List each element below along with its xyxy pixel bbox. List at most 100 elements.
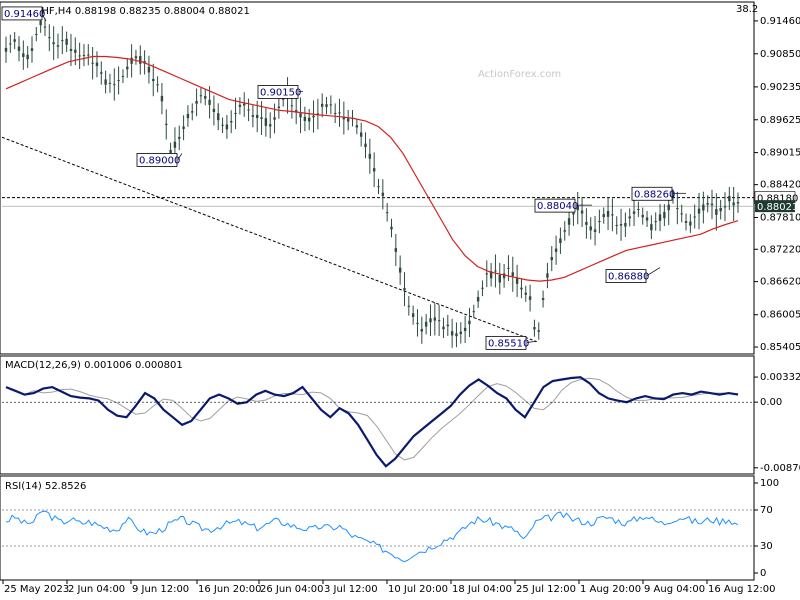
candle-body [104,79,107,85]
candle-body [303,116,307,121]
candle-body [191,111,194,113]
candle-body [585,222,588,225]
candle-body [385,212,389,214]
candle-body [234,112,237,114]
candle-body [256,114,259,119]
candle-body [455,333,458,337]
price-tick-label: 0.85405 [760,342,800,353]
macd-title: MACD(12,26,9) 0.001006 0.000801 [5,360,183,371]
price-tick-label: 0.90235 [760,82,800,93]
candle-body [598,220,601,222]
candle-body [632,211,636,214]
candle-body [368,153,372,159]
candle-body [307,117,311,122]
candle-body [719,208,722,212]
candle-body [520,287,523,290]
macd-tick-label: 0.00 [760,397,782,408]
candle-body [251,115,255,117]
candle-body [732,202,735,206]
price-annotation: 0.91460 [1,6,47,22]
candle-body [515,277,519,284]
candle-body [658,214,662,221]
candle-body [637,209,640,211]
candle-body [533,327,536,330]
time-tick-label: 10 Jul 20:00 [388,584,448,595]
candle-body [199,95,203,97]
candle-body [204,96,207,99]
candle-body [82,54,86,56]
candle-body [433,317,437,321]
time-tick-label: 2 Jun 04:00 [68,584,125,595]
candle-body [87,54,90,56]
candle-body [450,331,454,336]
candle-body [689,221,692,226]
candle-body [333,113,337,115]
candle-body [645,217,649,221]
candle-body [468,320,471,325]
candle-body [17,46,21,51]
candle-body [355,125,359,128]
candle-body [702,204,705,211]
price-tick-label: 0.88420 [760,180,800,191]
candle-body [377,186,380,188]
candle-body [74,49,77,53]
candle-body [615,224,618,226]
current-price-label: 0.88021 [755,200,798,213]
candle-body [269,124,272,127]
time-axis: 25 May 20232 Jun 04:00 9 Jun 12:00 16 Jun … [2,580,775,595]
candle-body [403,287,406,291]
candle-body [35,33,38,35]
candle-body [195,100,198,104]
rsi-tick-label: 0 [760,568,766,579]
candle-body [606,210,610,217]
candle-body [442,326,445,330]
candle-body [728,195,731,202]
candle-body [494,270,497,272]
candle-body [217,113,220,121]
candle-body [554,248,558,252]
candle-body [420,328,424,332]
svg-text:0.88260: 0.88260 [634,189,675,200]
candle-body [182,126,185,129]
candle-body [178,136,181,139]
candle-body [212,108,216,113]
candle-body [528,296,532,300]
candle-body [299,113,302,118]
rsi-tick-label: 100 [760,478,779,489]
candle-body [186,113,190,119]
time-tick-label: 1 Aug 20:00 [580,584,641,595]
price-tick-label: 0.89015 [760,148,800,159]
candle-body [485,273,488,275]
candle-body [546,273,549,278]
candle-body [693,216,696,218]
candle-body [277,106,281,108]
candle-body [641,214,644,218]
candle-body [312,115,315,118]
price-tick-label: 0.89625 [760,115,800,126]
candle-body [264,118,268,126]
candle-body [30,48,34,51]
candle-body [476,297,480,302]
candle-body [697,208,701,214]
candle-body [394,248,398,252]
candle-body [628,216,631,219]
candle-body [69,48,73,51]
candle-body [156,84,159,86]
time-tick-label: 18 Jul 04:00 [452,584,512,595]
candle-body [580,210,584,214]
candle-body [416,322,419,324]
candle-body [9,43,12,45]
candle-body [147,66,151,73]
candle-body [243,103,246,106]
candle-body [429,318,432,323]
candle-body [43,26,47,28]
candle-body [338,112,341,114]
candle-body [126,66,129,70]
time-tick-label: 25 May 2023 [4,584,69,595]
price-annotation: 0.90150 [257,85,303,99]
candle-body [13,39,16,42]
watermark: ActionForex.com [478,69,561,80]
rsi-tick-label: 70 [760,505,773,516]
svg-text:0.85510: 0.85510 [488,338,529,349]
svg-text:0.86880: 0.86880 [608,272,649,283]
